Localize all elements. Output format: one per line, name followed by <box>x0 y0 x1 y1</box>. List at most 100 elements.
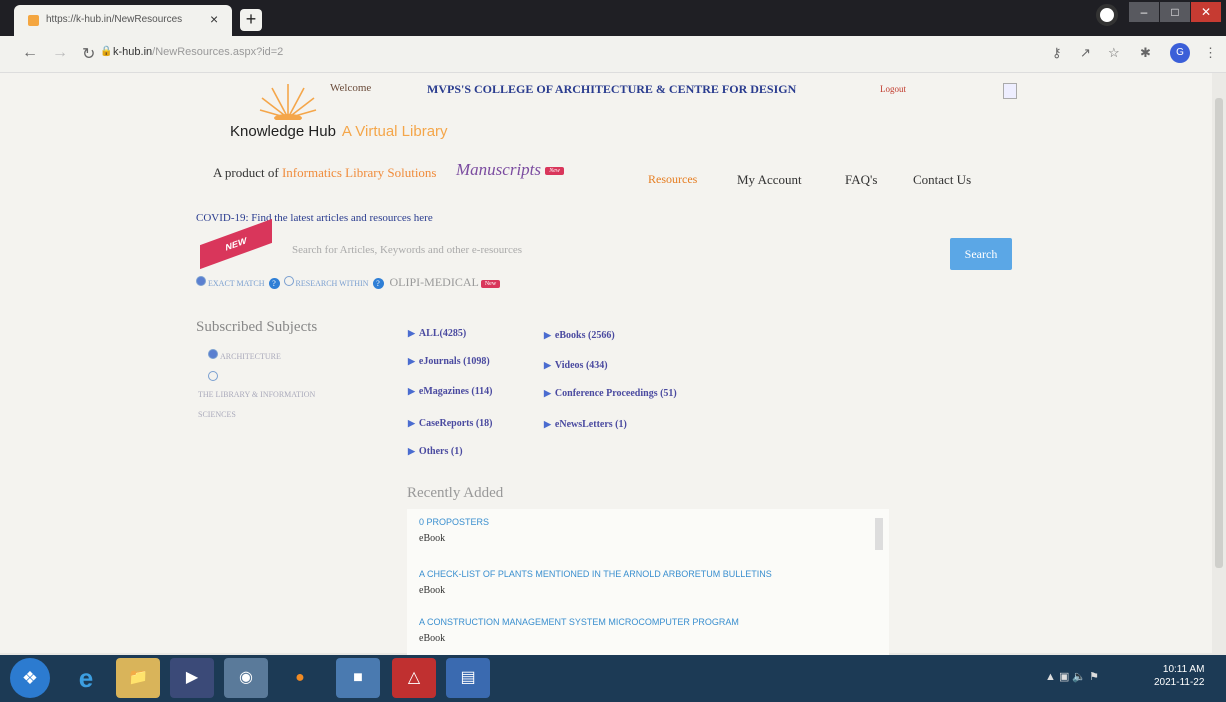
minimize-button[interactable]: – <box>1129 2 1159 22</box>
list-item[interactable]: A CHECK-LIST OF PLANTS MENTIONED IN THE … <box>419 569 772 596</box>
internet-explorer-icon[interactable]: e <box>64 658 108 698</box>
category-label: ALL(4285) <box>418 328 467 339</box>
share-icon[interactable]: ↗ <box>1080 45 1091 61</box>
reload-icon[interactable]: ↻ <box>82 44 95 64</box>
star-icon[interactable]: ☆ <box>1108 45 1120 61</box>
triangle-icon: ▶ <box>408 446 415 456</box>
favicon-icon <box>28 15 39 26</box>
nav-faq[interactable]: FAQ's <box>845 172 877 188</box>
search-button[interactable]: Search <box>950 238 1012 270</box>
triangle-icon: ▶ <box>408 418 415 428</box>
category-casereports[interactable]: ▶ CaseReports (18) <box>408 418 493 429</box>
pdf-reader-icon[interactable]: △ <box>392 658 436 698</box>
category-ebooks[interactable]: ▶ eBooks (2566) <box>544 330 615 341</box>
url-path: /NewResources.aspx?id=2 <box>152 46 284 58</box>
list-item[interactable]: 0 PROPOSTERS eBook <box>419 517 489 544</box>
category-label: Videos (434) <box>554 360 608 371</box>
back-icon[interactable]: ← <box>22 44 38 62</box>
tab-title: https://k-hub.in/NewResources <box>46 14 183 25</box>
triangle-icon: ▶ <box>544 419 551 429</box>
college-name: MVPS'S COLLEGE OF ARCHITECTURE & CENTRE … <box>427 82 797 96</box>
category-ejournals[interactable]: ▶ eJournals (1098) <box>408 356 490 367</box>
category-label: eBooks (2566) <box>554 330 615 341</box>
category-label: Conference Proceedings (51) <box>554 388 677 399</box>
new-tab-button[interactable]: + <box>240 9 262 31</box>
triangle-icon: ▶ <box>544 360 551 370</box>
item-title-link[interactable]: 0 PROPOSTERS <box>419 517 489 527</box>
list-scrollbar[interactable] <box>875 518 883 550</box>
broken-image-icon <box>1003 83 1017 99</box>
chrome-icon[interactable]: ◉ <box>224 658 268 698</box>
triangle-icon: ▶ <box>408 328 415 338</box>
category-all[interactable]: ▶ ALL(4285) <box>408 328 466 339</box>
maximize-button[interactable]: □ <box>1160 2 1190 22</box>
file-explorer-icon[interactable]: 📁 <box>116 658 160 698</box>
triangle-icon: ▶ <box>544 388 551 398</box>
app-icon[interactable]: ■ <box>336 658 380 698</box>
tab-strip: https://k-hub.in/NewResources × + – □ ✕ <box>0 0 1226 36</box>
category-label: eMagazines (114) <box>418 386 493 397</box>
page-scrollbar[interactable] <box>1212 73 1226 653</box>
item-title-link[interactable]: A CONSTRUCTION MANAGEMENT SYSTEM MICROCO… <box>419 617 739 627</box>
category-enewsletters[interactable]: ▶ eNewsLetters (1) <box>544 419 627 430</box>
sun-logo-icon <box>259 84 317 120</box>
subject-library-science[interactable] <box>208 371 220 383</box>
category-videos[interactable]: ▶ Videos (434) <box>544 360 608 371</box>
research-within-label: RESEARCH WITHIN <box>295 279 369 288</box>
scrollbar-thumb[interactable] <box>1215 98 1223 568</box>
media-player-icon[interactable]: ▶ <box>170 658 214 698</box>
category-emagazines[interactable]: ▶ eMagazines (114) <box>408 386 493 397</box>
nav-contact-us[interactable]: Contact Us <box>913 172 971 188</box>
subject-architecture[interactable]: ARCHITECTURE <box>208 349 281 361</box>
subject-radio[interactable] <box>208 371 218 381</box>
category-others[interactable]: ▶ Others (1) <box>408 446 463 457</box>
recently-added-list[interactable]: 0 PROPOSTERS eBook A CHECK-LIST OF PLANTS… <box>407 509 889 659</box>
product-line: A product of Informatics Library Solutio… <box>213 165 437 181</box>
subject-label: SCIENCES <box>198 410 236 419</box>
key-icon[interactable]: ⚷ <box>1052 45 1062 61</box>
lock-icon: 🔒 <box>100 46 113 57</box>
system-tray[interactable]: ▲ ▣ 🔈 ⚑ <box>1045 670 1099 683</box>
close-tab-icon[interactable]: × <box>210 11 218 27</box>
help-icon[interactable]: ? <box>268 278 280 289</box>
item-type: eBook <box>419 633 446 644</box>
forward-icon[interactable]: → <box>52 44 68 62</box>
brand-subtitle: A Virtual Library <box>341 123 448 140</box>
start-button[interactable]: ❖ <box>10 658 50 698</box>
category-conference-proceedings[interactable]: ▶ Conference Proceedings (51) <box>544 388 677 399</box>
profile-icon[interactable] <box>1096 4 1118 26</box>
nav-resources[interactable]: Resources <box>648 172 697 187</box>
item-type: eBook <box>419 585 446 596</box>
extensions-icon[interactable]: ✱ <box>1140 45 1151 61</box>
site-brand[interactable]: Knowledge Hub A Virtual Library <box>230 123 448 140</box>
list-item[interactable]: A CONSTRUCTION MANAGEMENT SYSTEM MICROCO… <box>419 617 739 644</box>
subject-radio[interactable] <box>208 349 218 359</box>
word-icon[interactable]: ▤ <box>446 658 490 698</box>
menu-icon[interactable]: ⋮ <box>1204 45 1217 61</box>
address-bar: ← → ↻ 🔒 k-hub.in/NewResources.aspx?id=2 … <box>0 36 1226 73</box>
url-field[interactable]: k-hub.in/NewResources.aspx?id=2 <box>113 46 283 58</box>
item-title-link[interactable]: A CHECK-LIST OF PLANTS MENTIONED IN THE … <box>419 569 772 579</box>
search-input[interactable] <box>290 240 934 260</box>
product-prefix: A product of <box>213 165 279 180</box>
firefox-icon[interactable]: ● <box>278 658 322 698</box>
category-label: CaseReports (18) <box>418 418 493 429</box>
covid-link[interactable]: COVID-19: Find the latest articles and r… <box>196 212 433 224</box>
browser-tab[interactable]: https://k-hub.in/NewResources × <box>14 5 232 36</box>
logout-link[interactable]: Logout <box>880 84 906 94</box>
help-icon[interactable]: ? <box>372 278 384 289</box>
close-window-button[interactable]: ✕ <box>1191 2 1221 22</box>
triangle-icon: ▶ <box>544 330 551 340</box>
brand-name: Knowledge Hub <box>230 123 336 140</box>
clock[interactable]: 10:11 AM 2021-11-22 <box>1154 663 1204 689</box>
olipi-medical-link[interactable]: OLIPI-MEDICAL <box>390 275 479 289</box>
welcome-text: Welcome <box>330 82 372 94</box>
nav-my-account[interactable]: My Account <box>737 172 802 188</box>
exact-match-radio[interactable] <box>196 276 206 286</box>
manuscripts-link[interactable]: Manuscripts New <box>456 160 564 180</box>
recently-added-title: Recently Added <box>407 485 504 501</box>
avatar[interactable]: G <box>1170 43 1190 63</box>
research-within-radio[interactable] <box>283 276 294 286</box>
exact-match-label: EXACT MATCH <box>208 279 265 288</box>
product-name-link[interactable]: Informatics Library Solutions <box>282 165 437 180</box>
